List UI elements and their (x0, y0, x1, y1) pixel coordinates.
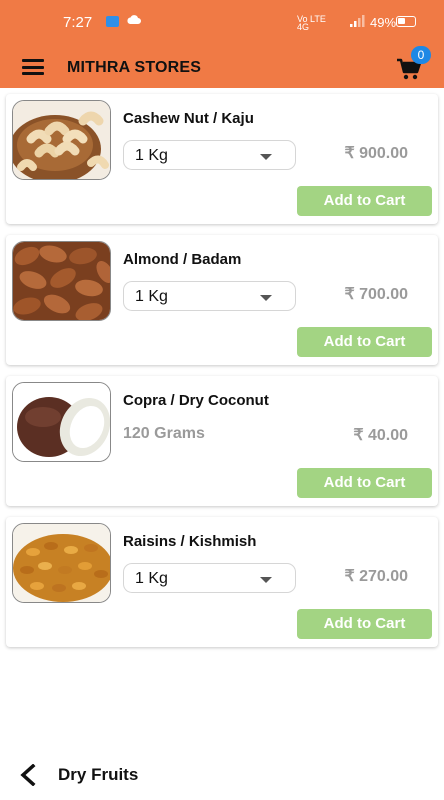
raisins-image (12, 523, 111, 603)
product-card: Raisins / Kishmish 1 Kg ₹ 270.00 Add to … (6, 517, 438, 647)
network-indicator: Vo LTE 4G (297, 15, 326, 32)
quantity-dropdown[interactable]: 1 Kg (123, 140, 296, 170)
app-bar: MITHRA STORES (0, 44, 444, 88)
category-footer: Dry Fruits (0, 752, 444, 800)
product-name: Almond / Badam (123, 251, 242, 268)
quantity-dropdown[interactable]: 1 Kg (123, 281, 296, 311)
add-to-cart-button[interactable]: Add to Cart (297, 468, 432, 498)
product-name: Raisins / Kishmish (123, 533, 257, 550)
product-card: Almond / Badam 1 Kg ₹ 700.00 Add to Cart (6, 235, 438, 365)
quantity-value: 1 Kg (135, 570, 168, 587)
add-to-cart-button[interactable]: Add to Cart (297, 327, 432, 357)
product-price: ₹ 700.00 (344, 286, 408, 303)
dropdown-arrow-icon (260, 295, 272, 301)
notification-app-icon (106, 16, 119, 27)
product-price: ₹ 270.00 (344, 568, 408, 585)
product-name: Cashew Nut / Kaju (123, 110, 254, 127)
signal-bars-icon (350, 15, 365, 27)
product-card: Cashew Nut / Kaju 1 Kg ₹ 900.00 Add to C… (6, 94, 438, 224)
cart-count-badge: 0 (411, 46, 431, 64)
quantity-value: 1 Kg (135, 147, 168, 164)
coconut-image (12, 382, 111, 462)
battery-icon (396, 16, 416, 27)
battery-percent: 49% (370, 15, 397, 30)
category-title: Dry Fruits (58, 765, 139, 784)
quantity-dropdown[interactable]: 1 Kg (123, 563, 296, 593)
product-name: Copra / Dry Coconut (123, 392, 269, 409)
back-arrow-icon[interactable] (18, 764, 40, 786)
almond-image (12, 241, 111, 321)
status-bar: 7:27 Vo LTE 4G 49% (0, 0, 444, 44)
quantity-value: 1 Kg (135, 288, 168, 305)
product-card: Copra / Dry Coconut 120 Grams ₹ 40.00 Ad… (6, 376, 438, 506)
cashew-image (12, 100, 111, 180)
quantity-value: 120 Grams (123, 425, 205, 442)
product-price: ₹ 40.00 (353, 427, 408, 444)
product-price: ₹ 900.00 (344, 145, 408, 162)
dropdown-arrow-icon (260, 154, 272, 160)
cloud-icon (127, 15, 141, 24)
hamburger-menu-icon[interactable] (22, 59, 44, 75)
signal-label: 4G (297, 22, 310, 32)
status-time: 7:27 (63, 14, 93, 31)
app-title: MITHRA STORES (67, 59, 202, 76)
add-to-cart-button[interactable]: Add to Cart (297, 186, 432, 216)
add-to-cart-button[interactable]: Add to Cart (297, 609, 432, 639)
dropdown-arrow-icon (260, 577, 272, 583)
